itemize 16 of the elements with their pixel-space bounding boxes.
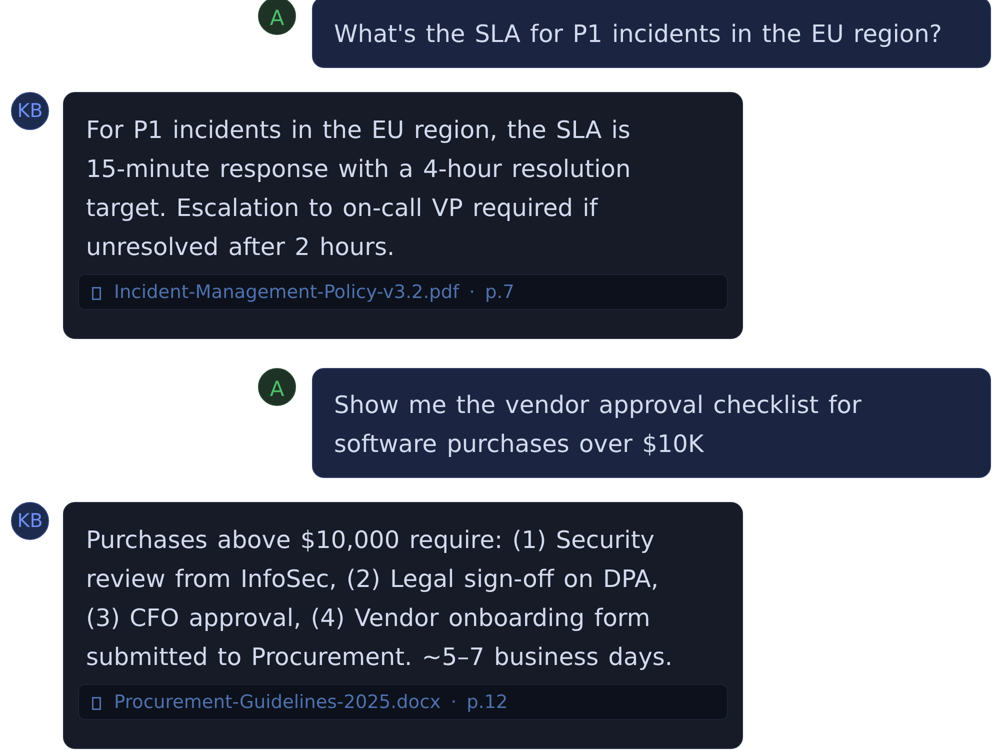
source-link[interactable]: Procurement-Guidelines-2025.docx bbox=[114, 692, 441, 712]
separator-dot: · bbox=[469, 282, 476, 302]
user-avatar: A bbox=[258, 0, 296, 35]
page-number: p.12 bbox=[466, 692, 508, 712]
separator-dot: · bbox=[450, 692, 457, 712]
page-icon bbox=[92, 287, 101, 300]
message-text: Purchases above $10,000 require: (1) Security review from InfoSec, (2) Legal sign-off on DPA, (3) CFO approval, (4) Vendor onboarding form submitted to Procurement. ~5–7 business days. bbox=[85, 525, 674, 673]
message-text: For P1 incidents in the EU region, the SLA is 15-minute response with a 4-hour resolution target. Escalation to on-call VP required if unresolved after 2 hours. bbox=[85, 115, 632, 263]
assistant-avatar: KB bbox=[11, 502, 49, 540]
page-number: p.7 bbox=[485, 282, 514, 302]
user-avatar: A bbox=[258, 368, 296, 406]
assistant-avatar: KB bbox=[11, 92, 49, 130]
source-link[interactable]: Incident-Management-Policy-v3.2.pdf bbox=[114, 282, 460, 302]
message-text: Show me the vendor approval checklist for software purchases over $10K bbox=[334, 390, 862, 460]
page-icon bbox=[92, 697, 101, 710]
message-text: What's the SLA for P1 incidents in the EU region? bbox=[334, 19, 944, 50]
